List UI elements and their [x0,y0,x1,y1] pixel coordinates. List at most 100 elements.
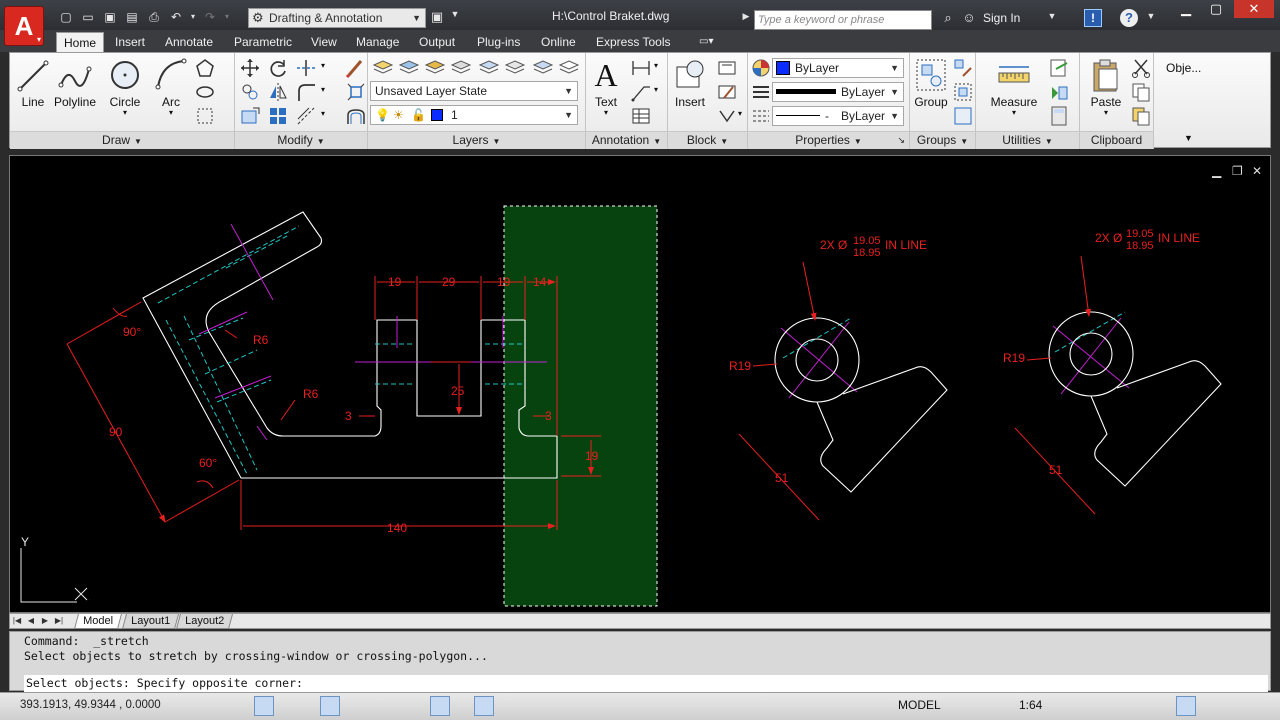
layer-isolate-icon[interactable] [450,57,472,79]
allow-disallow-ucs-icon[interactable] [364,696,384,716]
chevron-down-icon[interactable]: ▼ [1184,133,1193,143]
circle-tool[interactable]: Circle ▾ [102,57,148,117]
first-layout-icon[interactable]: |◀ [12,615,22,627]
lineweight-dropdown[interactable]: ByLayer ▼ [772,82,904,102]
open-folder-icon[interactable]: ▭ [78,8,98,26]
binoculars-icon[interactable]: ⌕ [938,10,958,26]
chevron-down-icon[interactable]: ▾ [738,109,742,118]
save-as-icon[interactable]: ▤ [122,8,142,26]
chevron-down-icon[interactable]: ▼ [1046,11,1058,21]
command-input[interactable]: Select objects: Specify opposite corner: [24,675,1268,692]
tab-online[interactable]: Online [534,32,583,52]
trim-icon[interactable] [295,57,317,79]
quick-view-layouts-icon[interactable] [942,696,962,716]
lock-ui-icon[interactable] [1124,696,1144,716]
scale-icon[interactable] [267,105,289,127]
print-icon[interactable]: ⎙ [144,8,164,26]
tab-view[interactable]: View [304,32,344,52]
lineweight-icon[interactable] [750,81,772,103]
search-input[interactable]: Type a keyword or phrase [754,10,932,30]
redo-dropdown-icon[interactable]: ▾ [222,8,232,26]
group-tool[interactable]: Group [910,57,952,109]
chevron-down-icon[interactable]: ▾ [321,61,325,70]
copy-object-icon[interactable] [239,81,261,103]
current-layer-dropdown[interactable]: 💡 ☀ 🔓 1 ▼ [370,105,578,125]
minimize-window-icon[interactable]: ▁ [1172,0,1200,18]
tab-annotate[interactable]: Annotate [158,32,220,52]
exchange-icon[interactable]: ! [1084,9,1102,27]
copy-icon[interactable] [1130,81,1152,103]
quick-select-icon[interactable] [1048,57,1070,79]
chevron-down-icon[interactable]: ▾ [321,85,325,94]
mirror-icon[interactable] [267,81,289,103]
polyline-tool[interactable]: Polyline [52,57,98,109]
expand-search-icon[interactable]: ▶ [740,11,752,22]
grid-display-icon[interactable] [232,696,252,716]
annotation-scale-icon[interactable] [990,696,1010,716]
undo-dropdown-icon[interactable]: ▾ [188,8,198,26]
annotation-panel-title[interactable]: Annotation ▼ [586,131,667,149]
tab-layout1[interactable]: Layout1 [121,614,180,629]
properties-panel-title[interactable]: Properties ▼ ↘ [748,131,909,149]
layer-match-icon[interactable] [532,57,554,79]
polar-tracking-icon[interactable] [276,696,296,716]
tab-manage[interactable]: Manage [349,32,406,52]
lineweight-toggle-icon[interactable] [408,696,428,716]
layer-previous-icon[interactable] [558,57,580,79]
edit-block-icon[interactable] [716,81,738,103]
dynamic-input-icon[interactable] [386,696,406,716]
layer-state-icon[interactable] [398,57,420,79]
layer-properties-icon[interactable] [372,57,394,79]
groups-panel-title[interactable]: Groups ▼ [910,131,975,149]
erase-icon[interactable] [345,57,367,79]
quick-view-drawings-icon[interactable] [964,696,984,716]
match-properties-icon[interactable] [750,57,772,79]
close-window-icon[interactable]: ✕ [1234,0,1274,18]
infer-constraints-icon[interactable] [188,696,208,716]
rotate-icon[interactable] [267,57,289,79]
edit-attributes-icon[interactable] [716,105,738,127]
chevron-down-icon[interactable]: ▼ [450,9,460,19]
group-selection-icon[interactable] [952,105,974,127]
annotation-visibility-icon[interactable] [1052,696,1072,716]
hardware-acceleration-icon[interactable] [1150,696,1170,716]
customize-toolbar-icon[interactable]: ▣ [430,9,444,25]
text-tool[interactable]: A Text ▾ [586,57,626,117]
array-icon[interactable] [295,105,317,127]
3d-object-snap-icon[interactable] [320,696,340,716]
isolate-objects-icon[interactable] [1176,696,1196,716]
explode-icon[interactable] [345,81,367,103]
layer-lock-icon[interactable] [504,57,526,79]
stretch-icon[interactable] [239,105,261,127]
snap-mode-icon[interactable] [210,696,230,716]
group-edit-icon[interactable] [952,81,974,103]
workspace-switcher[interactable]: ⚙ Drafting & Annotation ▼ [248,8,426,28]
tab-parametric[interactable]: Parametric [227,32,299,52]
next-layout-icon[interactable]: ▶ [40,615,50,627]
fillet-icon[interactable] [295,81,317,103]
create-block-icon[interactable] [716,57,738,79]
quick-properties-icon[interactable] [452,696,472,716]
tab-plug-ins[interactable]: Plug-ins [470,32,527,52]
block-panel-title[interactable]: Block ▼ [668,131,747,149]
select-all-icon[interactable] [1048,81,1070,103]
last-layout-icon[interactable]: ▶| [54,615,64,627]
copy-with-basepoint-icon[interactable] [1130,105,1152,127]
annotation-scale-value[interactable]: 1:64 [1019,698,1042,712]
tab-layout2[interactable]: Layout2 [175,614,234,629]
calculator-icon[interactable] [1048,105,1070,127]
model-space-toggle[interactable]: MODEL [898,698,941,712]
tab-express-tools[interactable]: Express Tools [589,32,677,52]
ungroup-icon[interactable] [952,57,974,79]
linetype-dropdown[interactable]: - ByLayer ▼ [772,106,904,126]
clipboard-panel-title[interactable]: Clipboard [1080,131,1153,149]
utilities-panel-title[interactable]: Utilities ▼ [976,131,1079,149]
rectangle-icon[interactable] [194,57,216,79]
linear-dimension-icon[interactable] [630,57,652,79]
ribbon-minimize-icon[interactable]: ▭▾ [692,32,720,52]
paste-tool[interactable]: Paste ▾ [1084,57,1128,117]
tab-output[interactable]: Output [412,32,462,52]
tab-model[interactable]: Model [73,614,122,629]
redo-icon[interactable]: ↷ [200,8,220,26]
table-icon[interactable] [630,105,652,127]
